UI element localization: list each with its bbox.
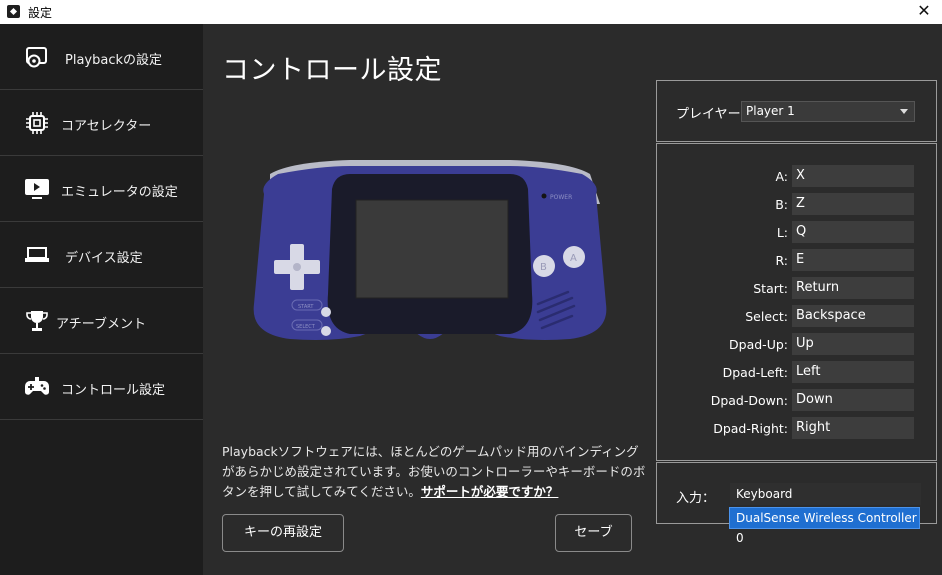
gamepad-icon xyxy=(25,377,49,395)
sidebar: Playbackの設定 コアセレクター エミュレータの設定 デバイス設定 アチー… xyxy=(0,24,203,575)
sidebar-item-emulator-settings[interactable]: エミュレータの設定 xyxy=(0,156,203,222)
sidebar-item-label: Playbackの設定 xyxy=(65,53,163,68)
mapping-row-r: R: E xyxy=(657,249,936,271)
sidebar-item-label: コアセレクター xyxy=(61,119,152,134)
sidebar-item-achievements[interactable]: アチーブメント xyxy=(0,288,203,354)
mapping-row-select: Select: Backspace xyxy=(657,305,936,327)
mapping-row-a: A: X xyxy=(657,165,936,187)
reset-keys-button[interactable]: キーの再設定 xyxy=(222,514,344,552)
sidebar-item-label: エミュレータの設定 xyxy=(61,185,178,200)
svg-text:B: B xyxy=(540,262,547,273)
description-text: Playbackソフトウェアには、ほとんどのゲームパッド用のバインディングがあら… xyxy=(222,444,646,499)
chevron-down-icon xyxy=(900,109,908,114)
mapping-field-l[interactable]: Q xyxy=(792,221,914,243)
power-label: POWER xyxy=(550,194,572,201)
handheld-console-illustration: POWER A B START SELECT xyxy=(253,160,607,340)
mapping-field-b[interactable]: Z xyxy=(792,193,914,215)
main-content: コントロール設定 POWER A B START SELECT Playback… xyxy=(203,24,942,575)
app-icon xyxy=(7,5,20,18)
sidebar-item-device-settings[interactable]: デバイス設定 xyxy=(0,222,203,288)
svg-text:START: START xyxy=(298,304,314,310)
mapping-row-dpad-right: Dpad-Right: Right xyxy=(657,417,936,439)
svg-text:SELECT: SELECT xyxy=(296,324,316,330)
mapping-row-b: B: Z xyxy=(657,193,936,215)
close-button[interactable]: ✕ xyxy=(906,0,942,24)
window-title: 設定 xyxy=(28,6,53,20)
trophy-icon xyxy=(26,311,48,331)
sidebar-item-control-settings[interactable]: コントロール設定 xyxy=(0,354,203,420)
mapping-row-start: Start: Return xyxy=(657,277,936,299)
mapping-field-dpad-down[interactable]: Down xyxy=(792,389,914,411)
chip-icon xyxy=(26,112,48,134)
monitor-play-icon xyxy=(25,179,49,199)
svg-text:A: A xyxy=(570,253,577,264)
mapping-row-dpad-up: Dpad-Up: Up xyxy=(657,333,936,355)
sidebar-item-label: デバイス設定 xyxy=(65,251,143,266)
support-link[interactable]: サポートが必要ですか？ xyxy=(421,484,559,499)
save-button[interactable]: セーブ xyxy=(555,514,632,552)
mapping-field-a[interactable]: X xyxy=(792,165,914,187)
mapping-field-dpad-right[interactable]: Right xyxy=(792,417,914,439)
mapping-field-select[interactable]: Backspace xyxy=(792,305,914,327)
mapping-row-l: L: Q xyxy=(657,221,936,243)
mapping-field-dpad-up[interactable]: Up xyxy=(792,333,914,355)
playback-settings-icon xyxy=(26,47,47,68)
sidebar-item-core-selector[interactable]: コアセレクター xyxy=(0,90,203,156)
player-select[interactable]: Player 1 xyxy=(741,101,915,122)
dropdown-option-dualsense[interactable]: DualSense Wireless Controller 0 xyxy=(729,507,920,545)
input-device-select[interactable]: Keyboard xyxy=(730,483,921,505)
sidebar-item-playback-settings[interactable]: Playbackの設定 xyxy=(0,24,203,90)
title-bar: 設定 ✕ xyxy=(0,0,942,24)
page-title: コントロール設定 xyxy=(222,55,442,86)
key-mapping-panel: A: X B: Z L: Q R: E Start: Return Select: Back… xyxy=(656,143,937,461)
mapping-row-dpad-left: Dpad-Left: Left xyxy=(657,361,936,383)
player-label: プレイヤー: xyxy=(676,107,745,122)
mapping-field-r[interactable]: E xyxy=(792,249,914,271)
player-panel: プレイヤー: Player 1 xyxy=(656,80,937,142)
mapping-row-dpad-down: Dpad-Down: Down xyxy=(657,389,936,411)
sidebar-item-label: コントロール設定 xyxy=(61,383,166,398)
mapping-field-dpad-left[interactable]: Left xyxy=(792,361,914,383)
device-icon xyxy=(25,247,49,262)
mapping-field-start[interactable]: Return xyxy=(792,277,914,299)
sidebar-item-label: アチーブメント xyxy=(56,317,146,332)
input-label: 入力： xyxy=(676,491,716,506)
power-led-icon xyxy=(541,193,547,199)
